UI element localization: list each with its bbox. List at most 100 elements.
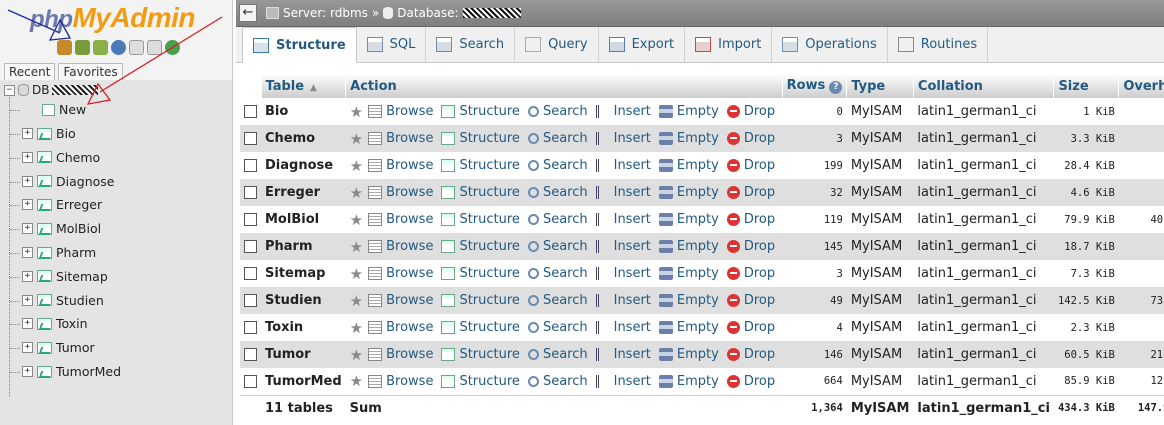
header-collation[interactable]: Collation	[913, 74, 1055, 98]
drop-link[interactable]: Drop	[726, 347, 775, 362]
expand-icon[interactable]: +	[22, 128, 33, 139]
tree-table-label[interactable]: Diagnose	[56, 174, 114, 189]
empty-link[interactable]: Empty	[658, 320, 719, 335]
structure-link[interactable]: Structure	[441, 239, 520, 254]
table-name-link[interactable]: TumorMed	[261, 368, 346, 395]
row-size[interactable]: 7.3 KiB	[1053, 260, 1119, 287]
table-name-link[interactable]: Bio	[261, 98, 346, 125]
favorite-star-icon[interactable]: ★	[350, 130, 363, 148]
tree-new-table[interactable]: New	[42, 102, 86, 117]
empty-link[interactable]: Empty	[658, 239, 719, 254]
structure-link[interactable]: Structure	[441, 320, 520, 335]
browse-link[interactable]: Browse	[368, 347, 433, 362]
browse-link[interactable]: Browse	[368, 185, 433, 200]
browse-link[interactable]: Browse	[368, 374, 433, 389]
favorites-tab[interactable]: Favorites	[58, 63, 123, 81]
insert-link[interactable]: Insert	[595, 293, 651, 308]
insert-link[interactable]: Insert	[595, 185, 651, 200]
query-window-icon[interactable]	[93, 40, 108, 55]
reload-icon[interactable]	[165, 40, 180, 55]
drop-link[interactable]: Drop	[726, 266, 775, 281]
expand-icon[interactable]: +	[22, 294, 33, 306]
favorite-star-icon[interactable]: ★	[350, 319, 363, 337]
settings-icon[interactable]	[147, 40, 162, 55]
search-link[interactable]: Search	[527, 347, 588, 362]
structure-link[interactable]: Structure	[441, 266, 520, 281]
row-checkbox[interactable]	[244, 186, 257, 199]
expand-icon[interactable]: +	[22, 175, 33, 187]
expand-icon[interactable]: +	[22, 199, 33, 211]
row-size[interactable]: 28.4 KiB	[1053, 152, 1119, 179]
favorite-star-icon[interactable]: ★	[350, 238, 363, 256]
search-link[interactable]: Search	[527, 239, 588, 254]
insert-link[interactable]: Insert	[595, 266, 651, 281]
tab-sql[interactable]: SQL	[357, 27, 427, 62]
insert-link[interactable]: Insert	[595, 347, 651, 362]
drop-link[interactable]: Drop	[726, 158, 775, 173]
insert-link[interactable]: Insert	[595, 212, 651, 227]
browse-link[interactable]: Browse	[368, 293, 433, 308]
search-link[interactable]: Search	[527, 293, 588, 308]
tab-structure[interactable]: Structure	[242, 27, 357, 63]
expand-icon[interactable]: +	[22, 223, 33, 235]
tree-table-2[interactable]: + Diagnose	[22, 174, 114, 189]
tab-export[interactable]: Export	[599, 27, 686, 62]
favorite-star-icon[interactable]: ★	[350, 346, 363, 364]
insert-link[interactable]: Insert	[595, 239, 651, 254]
search-link[interactable]: Search	[527, 158, 588, 173]
table-name-link[interactable]: Pharm	[261, 233, 346, 260]
tab-query[interactable]: Query	[515, 27, 599, 62]
breadcrumb-database[interactable]: Database:	[397, 6, 458, 20]
row-checkbox[interactable]	[244, 321, 257, 334]
drop-link[interactable]: Drop	[726, 239, 775, 254]
row-size[interactable]: 79.9 KiB	[1053, 206, 1119, 233]
expand-icon[interactable]: +	[22, 342, 33, 354]
row-checkbox[interactable]	[244, 348, 257, 361]
tree-database[interactable]: − DB	[4, 83, 99, 97]
tree-table-label[interactable]: Toxin	[56, 316, 88, 331]
collapse-icon[interactable]: −	[4, 84, 15, 96]
row-size[interactable]: 4.6 KiB	[1053, 179, 1119, 206]
tab-routines[interactable]: Routines	[888, 27, 989, 62]
tree-table-label[interactable]: Tumor	[56, 340, 95, 355]
structure-link[interactable]: Structure	[441, 293, 520, 308]
row-checkbox[interactable]	[244, 159, 257, 172]
row-size[interactable]: 1 KiB	[1053, 98, 1119, 125]
tree-table-8[interactable]: + Toxin	[22, 316, 88, 331]
structure-link[interactable]: Structure	[441, 347, 520, 362]
phpmyadmin-logo[interactable]: phpMyAdmin	[30, 2, 195, 34]
insert-link[interactable]: Insert	[595, 320, 651, 335]
table-name-link[interactable]: Sitemap	[261, 260, 346, 287]
expand-icon[interactable]: +	[22, 151, 33, 163]
tree-table-0[interactable]: + Bio	[22, 126, 76, 141]
expand-icon[interactable]: +	[22, 366, 33, 377]
browse-link[interactable]: Browse	[368, 320, 433, 335]
structure-link[interactable]: Structure	[441, 185, 520, 200]
browse-link[interactable]: Browse	[368, 266, 433, 281]
row-size[interactable]: 85.9 KiB	[1053, 368, 1119, 395]
table-name-link[interactable]: Diagnose	[261, 152, 346, 179]
empty-link[interactable]: Empty	[658, 104, 719, 119]
insert-link[interactable]: Insert	[595, 374, 651, 389]
documentation-icon[interactable]	[129, 40, 144, 55]
search-link[interactable]: Search	[527, 374, 588, 389]
tree-table-label[interactable]: Chemo	[56, 150, 100, 165]
drop-link[interactable]: Drop	[726, 320, 775, 335]
breadcrumb-server[interactable]: Server: rdbms	[283, 6, 368, 20]
logout-icon[interactable]	[75, 40, 90, 55]
empty-link[interactable]: Empty	[658, 131, 719, 146]
structure-link[interactable]: Structure	[441, 104, 520, 119]
row-checkbox[interactable]	[244, 267, 257, 280]
favorite-star-icon[interactable]: ★	[350, 157, 363, 175]
expand-icon[interactable]: +	[22, 318, 33, 330]
empty-link[interactable]: Empty	[658, 293, 719, 308]
table-name-link[interactable]: Chemo	[261, 125, 346, 152]
tree-table-label[interactable]: Bio	[56, 126, 76, 141]
insert-link[interactable]: Insert	[595, 158, 651, 173]
browse-link[interactable]: Browse	[368, 158, 433, 173]
tree-table-4[interactable]: + MolBiol	[22, 221, 101, 236]
tab-operations[interactable]: Operations	[772, 27, 888, 62]
search-link[interactable]: Search	[527, 266, 588, 281]
new-label[interactable]: New	[59, 102, 86, 117]
tree-table-10[interactable]: + TumorMed	[22, 364, 121, 379]
